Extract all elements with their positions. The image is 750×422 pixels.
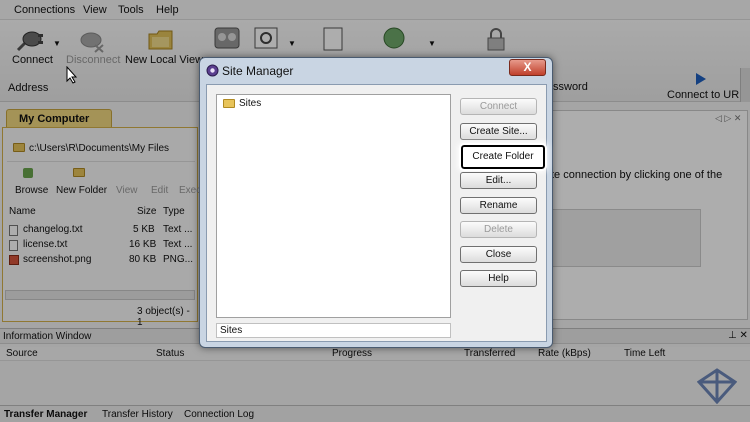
connect-button[interactable]: Connect (460, 98, 537, 115)
tree-item-sites[interactable]: Sites (239, 98, 261, 109)
site-tree[interactable]: Sites (216, 94, 451, 318)
site-manager-dialog: Site Manager X Sites Sites Connect Creat… (199, 57, 553, 348)
help-button[interactable]: Help (460, 270, 537, 287)
create-site-button[interactable]: Create Site... (460, 123, 537, 140)
close-icon[interactable]: X (509, 59, 546, 76)
create-folder-button[interactable]: Create Folder (459, 143, 547, 171)
mouse-cursor-icon (66, 66, 78, 84)
dialog-client-area: Sites Sites Connect Create Site... Creat… (206, 84, 547, 342)
close-button[interactable]: Close (460, 246, 537, 263)
app-icon (206, 64, 219, 77)
dialog-title: Site Manager (222, 64, 294, 78)
delete-button[interactable]: Delete (460, 221, 537, 238)
edit-button[interactable]: Edit... (460, 172, 537, 189)
rename-button[interactable]: Rename (460, 197, 537, 214)
folder-icon (223, 99, 235, 108)
dialog-status-bar: Sites (216, 323, 451, 338)
